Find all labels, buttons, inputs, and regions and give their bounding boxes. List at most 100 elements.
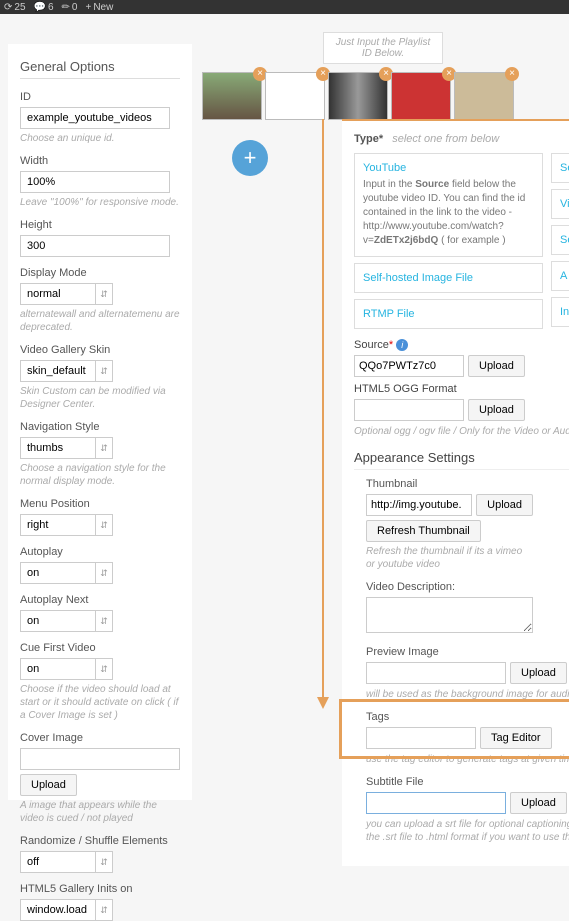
chevron-down-icon: ⇵ xyxy=(95,610,113,632)
type-self-image[interactable]: Self-hosted Image File xyxy=(354,263,543,293)
cover-input[interactable] xyxy=(20,748,180,770)
cue-help: Choose if the video should load at start… xyxy=(20,683,180,722)
type-self-audio[interactable]: Self-hosted Audio File xyxy=(551,225,569,255)
video-thumb[interactable]: × xyxy=(265,72,325,120)
type-self-video[interactable]: Self-hosted Video xyxy=(551,153,569,183)
chevron-down-icon: ⇵ xyxy=(95,899,113,921)
annotation-arrow-head xyxy=(317,697,329,709)
type-rtmp[interactable]: RTMP File xyxy=(354,299,543,329)
thumb-help: Refresh the thumbnail if its a vimeo or … xyxy=(366,545,533,571)
subtitle-upload-button[interactable]: Upload xyxy=(510,792,567,814)
gallery-label: HTML5 Gallery Inits on xyxy=(20,883,180,895)
preview-upload-button[interactable]: Upload xyxy=(510,662,567,684)
height-input[interactable] xyxy=(20,235,170,257)
sidebar-title: General Options xyxy=(20,59,180,79)
content-area: Just Input the Playlist ID Below. × × × … xyxy=(192,14,569,800)
ogg-upload-button[interactable]: Upload xyxy=(468,399,525,421)
source-label: Source* i xyxy=(354,339,569,351)
thumbnails-row: × × × × × xyxy=(202,72,564,120)
video-desc-label: Video Description: xyxy=(366,581,533,593)
cover-help: A image that appears while the video is … xyxy=(20,799,180,825)
subtitle-help: you can upload a srt file for optional c… xyxy=(366,818,569,844)
cue-label: Cue First Video xyxy=(20,642,180,654)
source-input[interactable] xyxy=(354,355,464,377)
video-thumb[interactable]: × xyxy=(454,72,514,120)
nav-style-select[interactable]: ⇵ xyxy=(20,437,180,459)
skin-help: Skin Custom can be modified via Designer… xyxy=(20,385,180,411)
height-label: Height xyxy=(20,219,180,231)
video-desc-input[interactable] xyxy=(366,597,533,633)
subtitle-label: Subtitle File xyxy=(366,776,569,788)
menu-pos-label: Menu Position xyxy=(20,498,180,510)
comment-count[interactable]: 💬 6 xyxy=(34,2,54,13)
width-help: Leave "100%" for responsive mode. xyxy=(20,196,180,209)
chevron-down-icon: ⇵ xyxy=(95,851,113,873)
skin-select[interactable]: ⇵ xyxy=(20,360,180,382)
type-alink[interactable]: A link xyxy=(551,261,569,291)
cover-upload-button[interactable]: Upload xyxy=(20,774,77,796)
type-header: Type* select one from below xyxy=(354,133,569,153)
chevron-down-icon: ⇵ xyxy=(95,360,113,382)
thumb-upload-button[interactable]: Upload xyxy=(476,494,533,516)
refresh-thumb-button[interactable]: Refresh Thumbnail xyxy=(366,520,481,542)
display-mode-select[interactable]: ⇵ xyxy=(20,283,180,305)
close-icon[interactable]: × xyxy=(505,67,519,81)
menu-pos-select[interactable]: ⇵ xyxy=(20,514,180,536)
cue-select[interactable]: ⇵ xyxy=(20,658,180,680)
video-thumb[interactable]: × xyxy=(328,72,388,120)
width-input[interactable] xyxy=(20,171,170,193)
new-link[interactable]: + New xyxy=(85,2,113,13)
autoplay-select[interactable]: ⇵ xyxy=(20,562,180,584)
add-count[interactable]: ✏ 0 xyxy=(62,2,78,13)
chevron-down-icon: ⇵ xyxy=(95,658,113,680)
type-vimeo[interactable]: Vimeo Video xyxy=(551,189,569,219)
chevron-down-icon: ⇵ xyxy=(95,514,113,536)
autoplay-next-select[interactable]: ⇵ xyxy=(20,610,180,632)
nav-style-help: Choose a navigation style for the normal… xyxy=(20,462,180,488)
thumb-label: Thumbnail xyxy=(366,478,533,490)
tags-help: use the tag editor to generate tags at g… xyxy=(366,753,569,766)
shuffle-select[interactable]: ⇵ xyxy=(20,851,180,873)
tags-input[interactable] xyxy=(366,727,476,749)
ogg-help: Optional ogg / ogv file / Only for the V… xyxy=(354,425,569,438)
preview-help: will be used as the background image for… xyxy=(366,688,569,701)
gallery-select[interactable]: ⇵ xyxy=(20,899,180,921)
general-options-panel: General Options ID Choose an unique id. … xyxy=(8,44,192,800)
thumb-input[interactable] xyxy=(366,494,472,516)
appearance-title: Appearance Settings xyxy=(354,450,569,470)
tag-editor-button[interactable]: Tag Editor xyxy=(480,727,552,749)
nav-style-label: Navigation Style xyxy=(20,421,180,433)
type-youtube[interactable]: YouTubeInput in the Source field below t… xyxy=(354,153,543,257)
subtitle-input[interactable] xyxy=(366,792,506,814)
video-thumb[interactable]: × xyxy=(202,72,262,120)
tags-label: Tags xyxy=(366,711,569,723)
display-mode-label: Display Mode xyxy=(20,267,180,279)
annotation-arrow xyxy=(322,119,324,699)
preview-label: Preview Image xyxy=(366,646,569,658)
source-upload-button[interactable]: Upload xyxy=(468,355,525,377)
cover-label: Cover Image xyxy=(20,732,180,744)
chevron-down-icon: ⇵ xyxy=(95,283,113,305)
video-thumb[interactable]: × xyxy=(391,72,451,120)
ogg-label: HTML5 OGG Format xyxy=(354,383,569,395)
item-settings-panel: Type* select one from below YouTubeInput… xyxy=(342,119,569,866)
info-icon[interactable]: i xyxy=(396,339,408,351)
id-help: Choose an unique id. xyxy=(20,132,180,145)
id-input[interactable] xyxy=(20,107,170,129)
type-inline[interactable]: Inline Content xyxy=(551,297,569,327)
preview-input[interactable] xyxy=(366,662,506,684)
wp-admin-bar: ⟳ 25 💬 6 ✏ 0 + New xyxy=(0,0,569,14)
display-mode-help: alternatewall and alternatemenu are depr… xyxy=(20,308,180,334)
playlist-hint: Just Input the Playlist ID Below. xyxy=(323,32,443,64)
width-label: Width xyxy=(20,155,180,167)
autoplay-next-label: Autoplay Next xyxy=(20,594,180,606)
chevron-down-icon: ⇵ xyxy=(95,437,113,459)
ogg-input[interactable] xyxy=(354,399,464,421)
refresh-count[interactable]: ⟳ 25 xyxy=(4,2,26,13)
id-label: ID xyxy=(20,91,180,103)
autoplay-label: Autoplay xyxy=(20,546,180,558)
shuffle-label: Randomize / Shuffle Elements xyxy=(20,835,180,847)
skin-label: Video Gallery Skin xyxy=(20,344,180,356)
add-video-button[interactable]: + xyxy=(232,140,268,176)
chevron-down-icon: ⇵ xyxy=(95,562,113,584)
